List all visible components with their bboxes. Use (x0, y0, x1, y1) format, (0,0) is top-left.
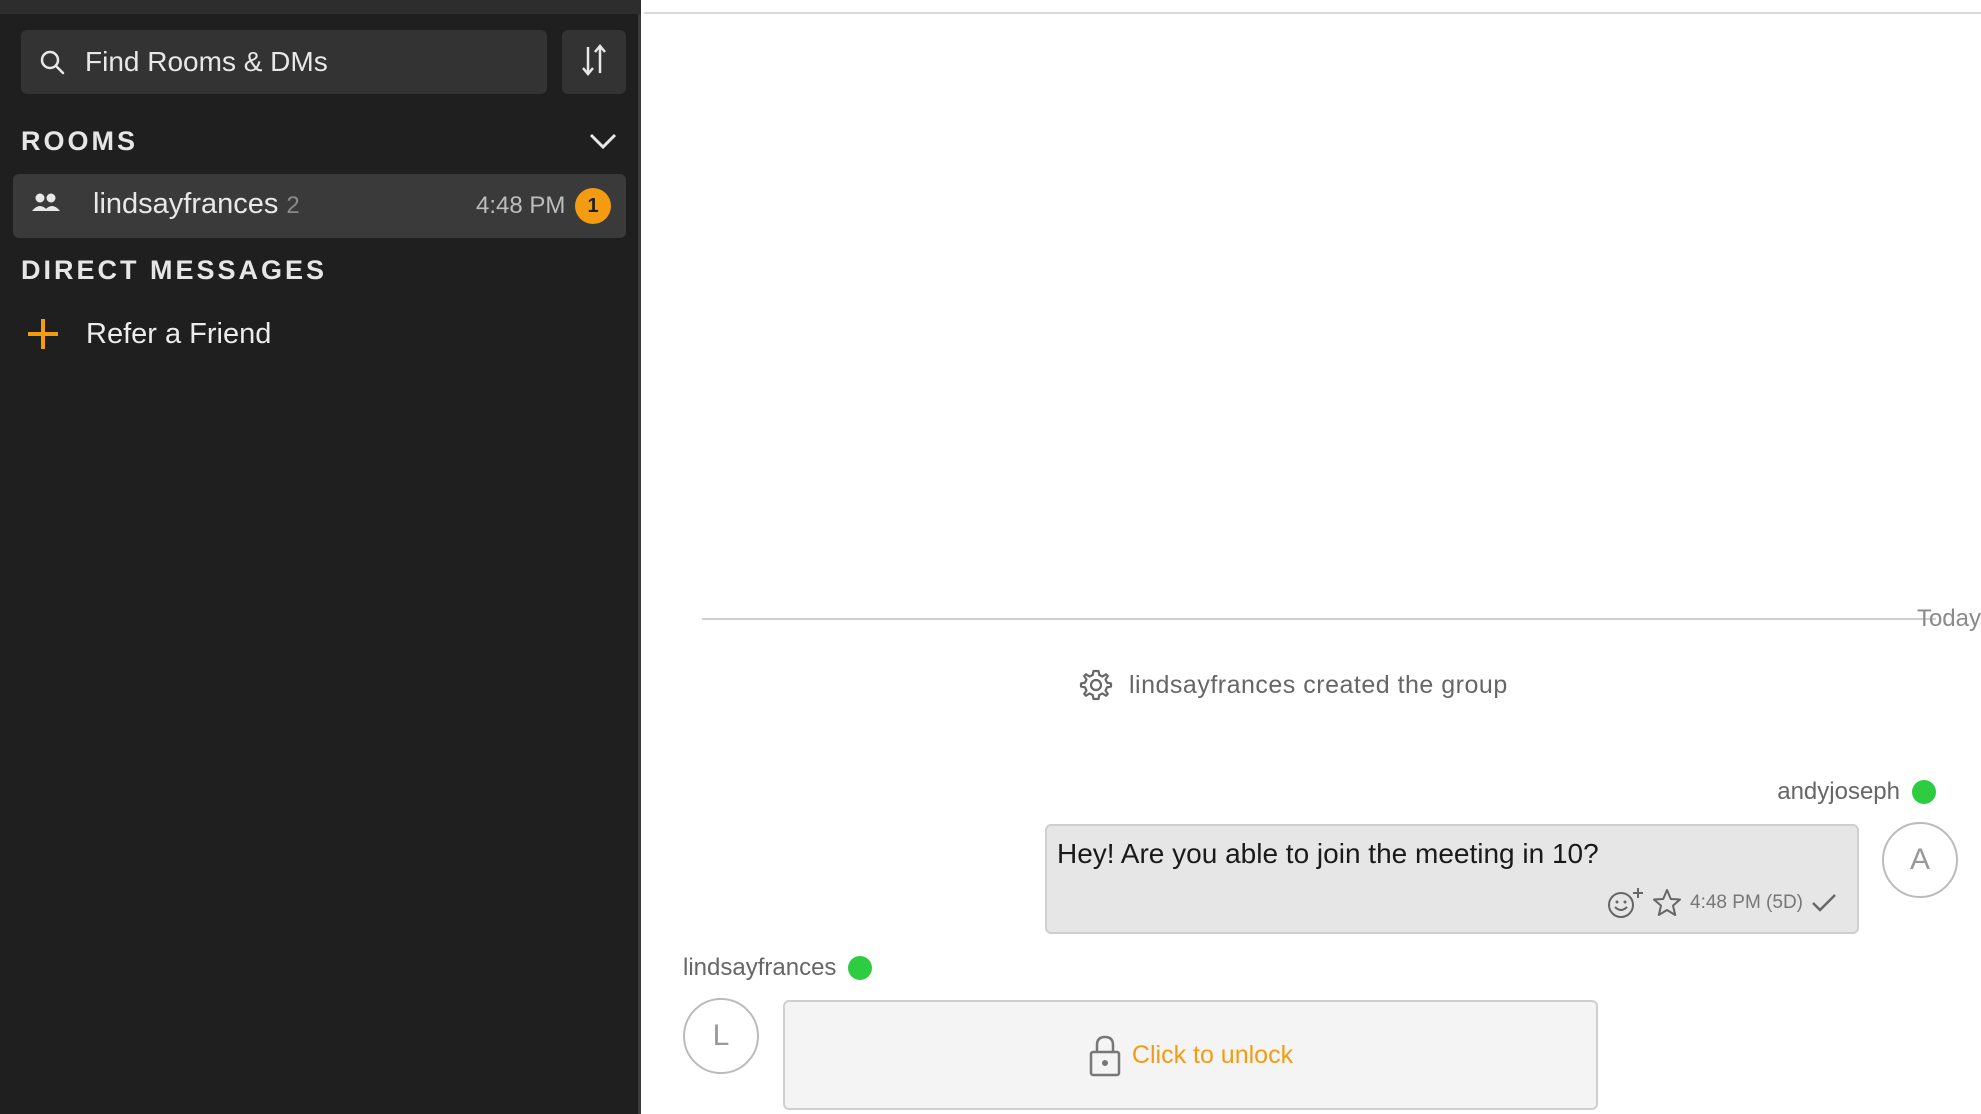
sender-name: andyjoseph (1777, 778, 1900, 805)
refer-friend-label: Refer a Friend (86, 317, 272, 350)
message-sender-andyjoseph: andyjoseph (1777, 778, 1936, 806)
search-icon (39, 47, 69, 77)
sender-name: lindsayfrances (683, 954, 837, 981)
plus-icon (26, 317, 60, 351)
sort-button[interactable] (562, 30, 626, 94)
online-status-dot (1912, 780, 1936, 804)
lock-icon (1088, 1033, 1122, 1077)
sidebar: ROOMS lindsayfrances 2 4:48 PM 1 DIRECT M… (0, 0, 641, 1114)
refer-friend-button[interactable]: Refer a Friend (26, 313, 271, 355)
sort-icon (580, 43, 608, 82)
room-member-count: 2 (286, 192, 300, 219)
header-divider (644, 12, 1981, 14)
search-input[interactable] (85, 46, 547, 78)
room-item-lindsayfrances[interactable]: lindsayfrances 2 4:48 PM 1 (13, 174, 626, 238)
check-icon (1811, 892, 1837, 914)
chat-panel: Today lindsayfrances created the group a… (644, 0, 1981, 1114)
room-name-text: lindsayfrances (93, 188, 279, 220)
system-message-text: lindsayfrances created the group (1129, 670, 1508, 699)
room-time: 4:48 PM (476, 192, 566, 219)
date-divider-line (702, 618, 1936, 620)
online-status-dot (848, 956, 873, 980)
message-time: 4:48 PM (5D) (1690, 892, 1803, 913)
room-name: lindsayfrances 2 (93, 188, 300, 221)
date-divider-label: Today (1916, 605, 1981, 632)
group-icon (31, 192, 61, 218)
message-text: Hey! Are you able to join the meeting in… (1057, 838, 1599, 869)
message-sender-lindsayfrances: lindsayfrances (683, 954, 873, 982)
chevron-down-icon (588, 131, 618, 156)
locked-message-bubble[interactable]: Click to unlock (783, 1000, 1598, 1110)
avatar[interactable]: L (683, 998, 759, 1074)
star-icon[interactable] (1652, 888, 1682, 918)
system-message: lindsayfrances created the group (1079, 668, 1508, 702)
avatar[interactable]: A (1882, 822, 1958, 898)
search-box[interactable] (21, 30, 547, 94)
message-bubble-outgoing[interactable]: Hey! Are you able to join the meeting in… (1045, 824, 1859, 934)
message-meta: 4:48 PM (5D) (1606, 886, 1837, 920)
add-reaction-icon[interactable] (1606, 886, 1646, 920)
gear-icon (1079, 668, 1113, 702)
rooms-collapse-toggle[interactable] (585, 128, 621, 158)
direct-messages-header: DIRECT MESSAGES (21, 255, 328, 285)
sidebar-top-bar (0, 0, 641, 14)
rooms-section-header: ROOMS (21, 126, 139, 156)
click-to-unlock-label: Click to unlock (1131, 1040, 1294, 1069)
unread-badge: 1 (575, 188, 611, 224)
